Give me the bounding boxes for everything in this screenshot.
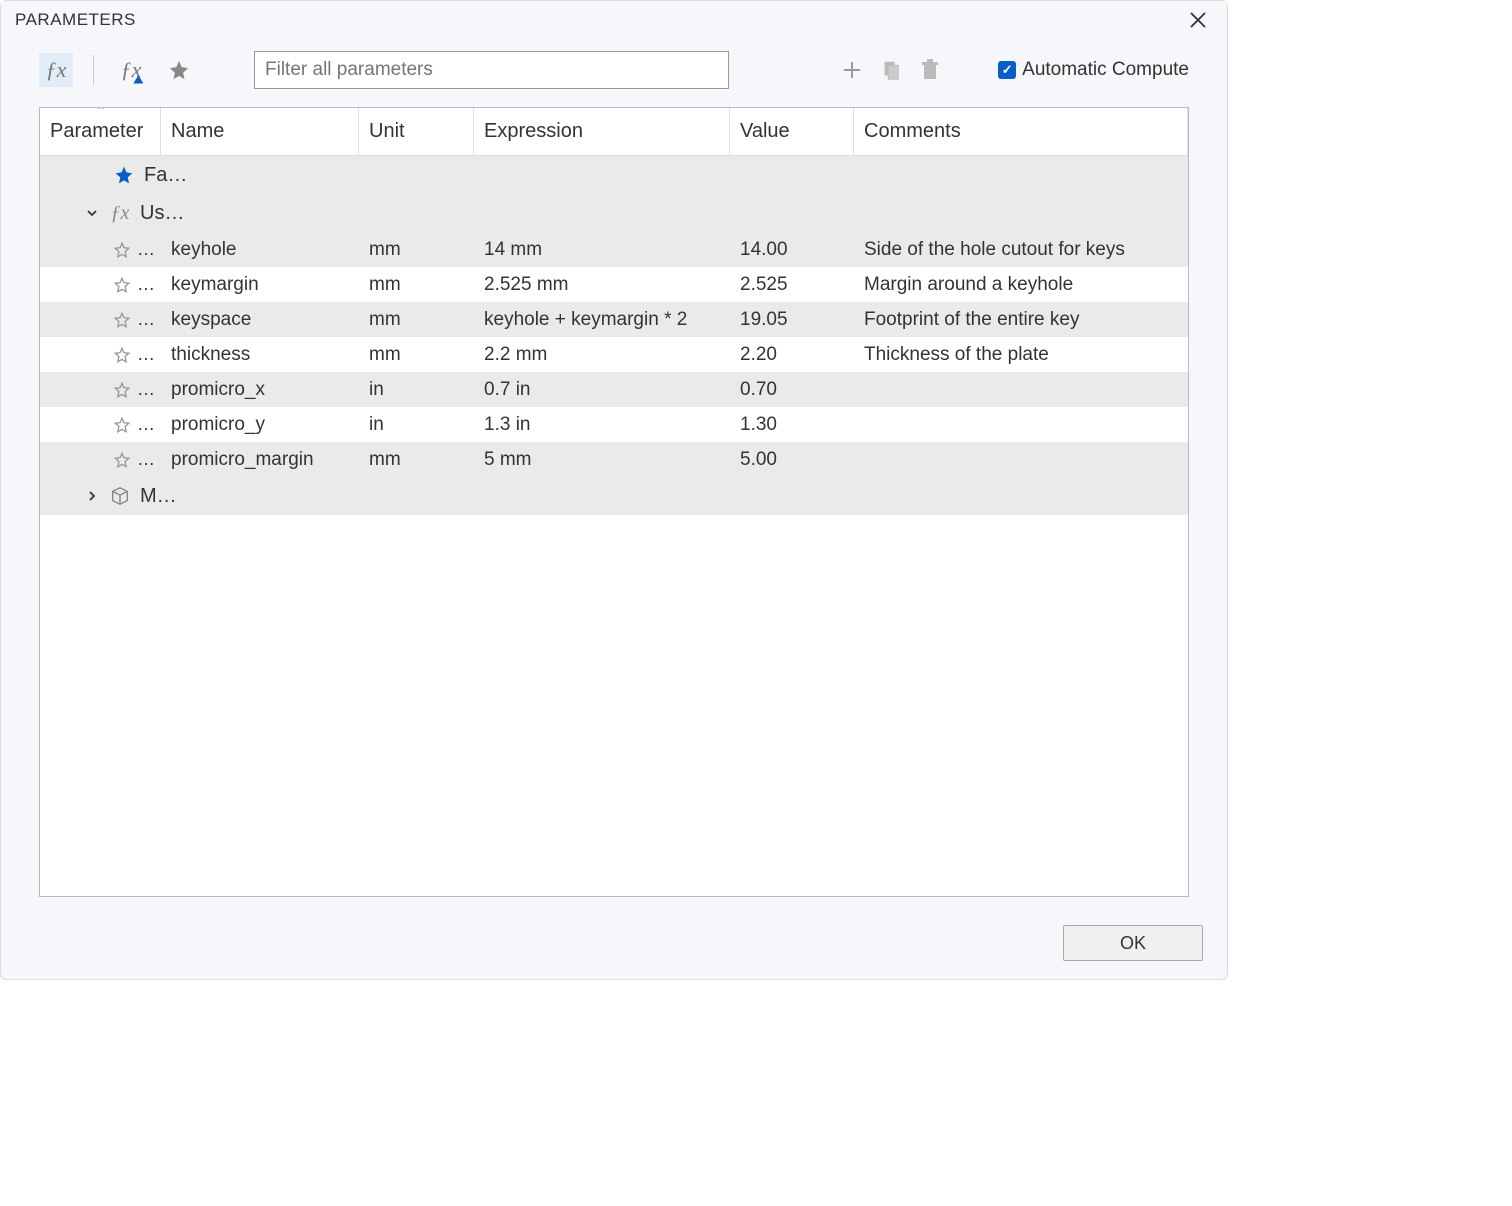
auto-compute-checkbox[interactable]: ✓ Automatic Compute xyxy=(998,59,1189,81)
table-body: Fa… ƒx Us… … keyhole mm 14 mm 14.00 Side… xyxy=(40,156,1188,896)
toolbar: ƒx ƒx ✓ Automatic Compute xyxy=(1,39,1227,107)
fx-icon[interactable]: ƒx xyxy=(39,53,73,87)
group-favorites[interactable]: Fa… xyxy=(40,156,1188,194)
star-outline-icon[interactable] xyxy=(113,451,131,469)
column-expression[interactable]: Expression xyxy=(474,108,730,155)
star-icon[interactable] xyxy=(162,53,196,87)
star-outline-icon[interactable] xyxy=(113,416,131,434)
row-ellipsis: … xyxy=(137,309,155,330)
table-row[interactable]: … thickness mm 2.2 mm 2.20 Thickness of … xyxy=(40,337,1188,372)
star-outline-icon[interactable] xyxy=(113,276,131,294)
cell-name[interactable]: promicro_x xyxy=(161,379,359,401)
cell-value[interactable]: 0.70 xyxy=(730,379,854,401)
chevron-right-icon xyxy=(86,490,100,502)
column-unit[interactable]: Unit xyxy=(359,108,474,155)
table-row[interactable]: … keyspace mm keyhole + keymargin * 2 19… xyxy=(40,302,1188,337)
cell-name[interactable]: keymargin xyxy=(161,274,359,296)
cube-icon xyxy=(108,485,132,507)
star-outline-icon[interactable] xyxy=(113,346,131,364)
parameters-dialog: PARAMETERS ƒx ƒx ✓ Automatic Com xyxy=(0,0,1228,980)
delete-icon[interactable] xyxy=(920,59,940,81)
table-row[interactable]: … promicro_margin mm 5 mm 5.00 xyxy=(40,442,1188,477)
checkbox-icon: ✓ xyxy=(998,61,1016,79)
cell-name[interactable]: promicro_y xyxy=(161,414,359,436)
cell-name[interactable]: promicro_margin xyxy=(161,449,359,471)
cell-value[interactable]: 5.00 xyxy=(730,449,854,471)
fx-icon: ƒx xyxy=(108,202,132,225)
paste-icon[interactable] xyxy=(880,59,902,81)
add-icon[interactable] xyxy=(842,60,862,80)
cell-expression[interactable]: 0.7 in xyxy=(474,379,730,401)
toolbar-divider xyxy=(93,55,94,85)
row-ellipsis: … xyxy=(137,449,155,470)
star-filled-icon xyxy=(112,165,136,185)
column-comments[interactable]: Comments xyxy=(854,108,1188,155)
cell-unit[interactable]: mm xyxy=(359,449,474,471)
group-user[interactable]: ƒx Us… xyxy=(40,194,1188,232)
cell-unit[interactable]: in xyxy=(359,379,474,401)
cell-expression[interactable]: keyhole + keymargin * 2 xyxy=(474,309,730,331)
star-outline-icon[interactable] xyxy=(113,381,131,399)
cell-name[interactable]: keyspace xyxy=(161,309,359,331)
close-icon[interactable] xyxy=(1183,9,1213,31)
cell-value[interactable]: 19.05 xyxy=(730,309,854,331)
toolbar-right: ✓ Automatic Compute xyxy=(842,59,1189,81)
table-row[interactable]: … promicro_x in 0.7 in 0.70 xyxy=(40,372,1188,407)
table-row[interactable]: … promicro_y in 1.3 in 1.30 xyxy=(40,407,1188,442)
cell-comments[interactable]: Margin around a keyhole xyxy=(854,274,1188,296)
row-ellipsis: … xyxy=(137,379,155,400)
ok-button[interactable]: OK xyxy=(1063,925,1203,961)
cell-name[interactable]: keyhole xyxy=(161,239,359,261)
star-outline-icon[interactable] xyxy=(113,311,131,329)
dialog-footer: OK xyxy=(1,909,1227,979)
star-outline-icon[interactable] xyxy=(113,241,131,259)
group-model[interactable]: M… xyxy=(40,477,1188,515)
cell-unit[interactable]: in xyxy=(359,414,474,436)
row-ellipsis: … xyxy=(137,274,155,295)
fx-user-icon[interactable]: ƒx xyxy=(114,53,148,87)
table-header: ⌃ Parameter Name Unit Expression Value C… xyxy=(40,108,1188,156)
cell-comments[interactable]: Footprint of the entire key xyxy=(854,309,1188,331)
row-ellipsis: … xyxy=(137,239,155,260)
cell-value[interactable]: 2.525 xyxy=(730,274,854,296)
cell-unit[interactable]: mm xyxy=(359,344,474,366)
cell-value[interactable]: 1.30 xyxy=(730,414,854,436)
table-row[interactable]: … keymargin mm 2.525 mm 2.525 Margin aro… xyxy=(40,267,1188,302)
column-value[interactable]: Value xyxy=(730,108,854,155)
cell-comments[interactable]: Side of the hole cutout for keys xyxy=(854,239,1188,261)
cell-comments[interactable]: Thickness of the plate xyxy=(854,344,1188,366)
auto-compute-label: Automatic Compute xyxy=(1022,59,1189,81)
cell-unit[interactable]: mm xyxy=(359,239,474,261)
cell-expression[interactable]: 5 mm xyxy=(474,449,730,471)
cell-unit[interactable]: mm xyxy=(359,309,474,331)
cell-expression[interactable]: 2.2 mm xyxy=(474,344,730,366)
cell-value[interactable]: 14.00 xyxy=(730,239,854,261)
titlebar: PARAMETERS xyxy=(1,1,1227,39)
cell-expression[interactable]: 2.525 mm xyxy=(474,274,730,296)
dialog-title: PARAMETERS xyxy=(15,10,136,30)
cell-expression[interactable]: 14 mm xyxy=(474,239,730,261)
parameters-table: ⌃ Parameter Name Unit Expression Value C… xyxy=(39,107,1189,897)
filter-input[interactable] xyxy=(254,51,729,89)
column-name[interactable]: Name xyxy=(161,108,359,155)
cell-value[interactable]: 2.20 xyxy=(730,344,854,366)
column-parameter[interactable]: ⌃ Parameter xyxy=(40,108,161,155)
cell-expression[interactable]: 1.3 in xyxy=(474,414,730,436)
chevron-up-icon: ⌃ xyxy=(96,108,106,118)
row-ellipsis: … xyxy=(137,414,155,435)
cell-name[interactable]: thickness xyxy=(161,344,359,366)
table-row[interactable]: … keyhole mm 14 mm 14.00 Side of the hol… xyxy=(40,232,1188,267)
cell-unit[interactable]: mm xyxy=(359,274,474,296)
chevron-down-icon xyxy=(86,207,100,219)
row-ellipsis: … xyxy=(137,344,155,365)
